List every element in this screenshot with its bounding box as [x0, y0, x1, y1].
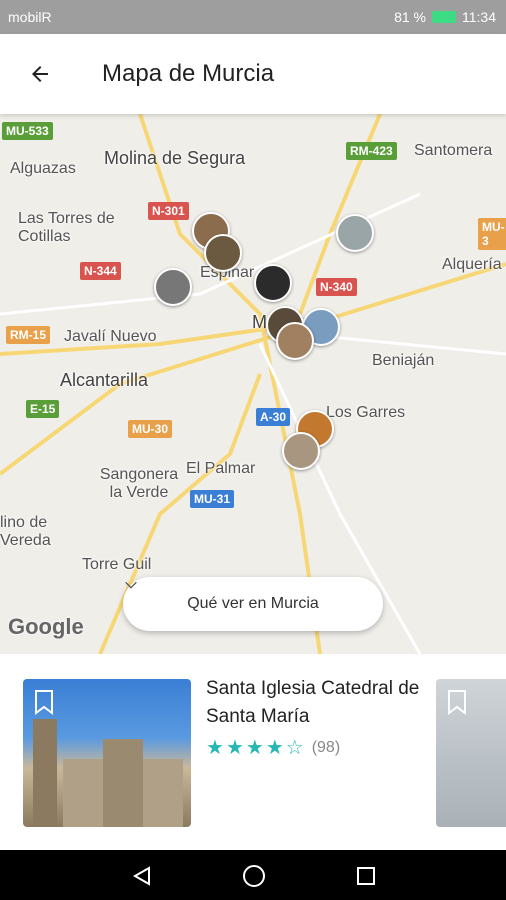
road-shield: RM-423 — [346, 142, 397, 160]
star-icon: ★ — [225, 737, 244, 759]
app-bar: Mapa de Murcia — [0, 34, 506, 114]
status-bar: mobilR 81 % 11:34 — [0, 0, 506, 34]
road-shield: MU-31 — [190, 490, 235, 508]
map-marker[interactable] — [204, 234, 242, 272]
road-shield: MU-30 — [128, 420, 173, 438]
star-icon: ★ — [265, 737, 284, 759]
circle-home-icon — [243, 865, 265, 887]
map-label: El Palmar — [186, 460, 256, 477]
bookmark-icon[interactable] — [446, 689, 468, 715]
road-shield: N-344 — [80, 262, 121, 280]
map-label: Sangonera la Verde — [99, 466, 179, 501]
review-count: (98) — [311, 738, 341, 756]
star-half-icon: ☆ — [285, 737, 304, 759]
nav-recents-button[interactable] — [352, 862, 380, 890]
category-dropdown[interactable]: Qué ver en Murcia — [123, 577, 383, 631]
carrier-label: mobilR — [8, 9, 52, 25]
map-label: Alguazas — [10, 160, 76, 177]
arrow-back-icon — [32, 66, 48, 82]
page-title: Mapa de Murcia — [102, 60, 275, 87]
square-recents-icon — [357, 867, 375, 885]
map-label: Molina de Segura — [104, 148, 246, 168]
status-icons: 81 % 11:34 — [394, 9, 496, 25]
nav-back-button[interactable] — [128, 862, 156, 890]
map-label: Alcantarilla — [60, 370, 149, 390]
google-logo: Google — [8, 614, 84, 639]
place-name: Santa Iglesia Catedral de Santa María — [206, 678, 420, 727]
road-shield: MU-3 — [478, 218, 506, 250]
triangle-back-icon — [132, 866, 150, 886]
map-label: M — [252, 312, 267, 332]
map-label: Las Torres de Cotillas — [18, 210, 115, 245]
road-shield: RM-15 — [6, 326, 51, 344]
nav-bar — [0, 850, 506, 900]
road-shield: N-340 — [316, 278, 357, 296]
chevron-down-icon — [125, 581, 137, 589]
map-label: Javalí Nuevo — [64, 328, 157, 345]
back-button[interactable] — [20, 54, 60, 94]
map-view[interactable]: Molina de Segura Alguazas Las Torres de … — [0, 114, 506, 654]
map-label: Beniaján — [372, 352, 435, 369]
road-shield: A-30 — [256, 408, 291, 426]
map-label: Los Garres — [326, 404, 406, 421]
clock: 11:34 — [462, 9, 496, 25]
battery-icon — [432, 11, 456, 23]
category-label: Qué ver en Murcia — [187, 595, 319, 612]
rating: ★ ★ ★ ★ ☆ (98) — [206, 735, 340, 760]
place-card[interactable]: Santa Iglesia Catedral de Santa María ★ … — [0, 655, 506, 850]
battery-percent: 81 % — [394, 9, 426, 25]
bookmark-icon[interactable] — [33, 689, 55, 715]
map-label: Santomera — [414, 142, 493, 159]
map-label: Alquería — [442, 256, 502, 273]
map-marker[interactable] — [282, 432, 320, 470]
road-shield: N-301 — [148, 202, 189, 220]
next-place-thumbnail[interactable] — [436, 679, 506, 827]
map-label: Torre Guil — [82, 556, 152, 573]
map-marker[interactable] — [154, 268, 192, 306]
road-shield: E-15 — [26, 400, 60, 418]
map-marker[interactable] — [254, 264, 292, 302]
map-label: lino de Vereda — [0, 514, 51, 549]
place-thumbnail — [23, 679, 191, 827]
star-icon: ★ — [245, 737, 264, 759]
road-shield: MU-533 — [2, 122, 53, 140]
star-icon: ★ — [206, 737, 224, 759]
map-marker[interactable] — [336, 214, 374, 252]
map-marker[interactable] — [276, 322, 314, 360]
nav-home-button[interactable] — [240, 862, 268, 890]
